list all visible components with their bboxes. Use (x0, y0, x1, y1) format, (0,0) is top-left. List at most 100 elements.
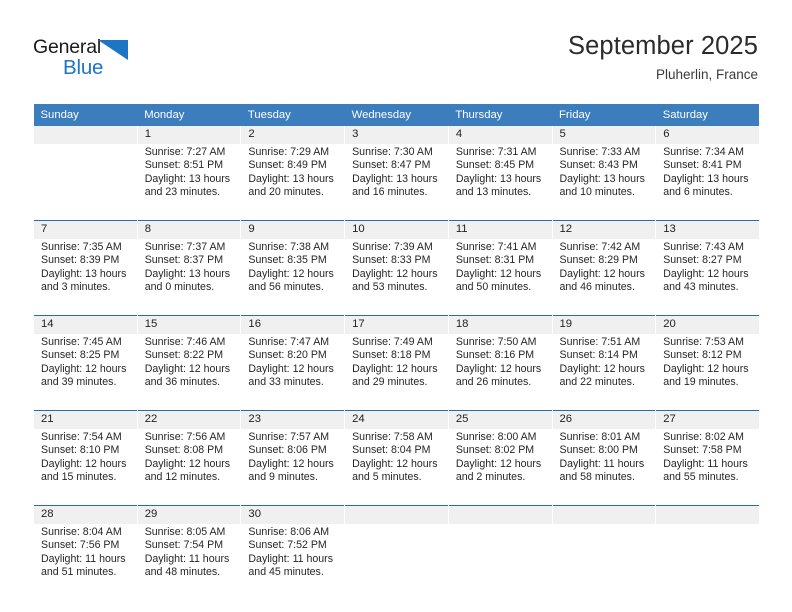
day-number[interactable]: 18 (447, 315, 553, 334)
daylight-text: Daylight: 12 hours and 53 minutes. (352, 267, 438, 293)
day-number[interactable]: 12 (551, 220, 657, 239)
day-cell[interactable]: Sunrise: 7:41 AM Sunset: 8:31 PM Daylight:… (447, 239, 553, 316)
day-cell[interactable]: Sunrise: 7:49 AM Sunset: 8:18 PM Daylight:… (344, 334, 449, 411)
day-number[interactable]: 29 (136, 505, 242, 524)
day-cell[interactable]: Sunrise: 7:43 AM Sunset: 8:27 PM Daylight:… (655, 239, 760, 316)
weekday-header-monday: Monday (137, 104, 241, 126)
day-number[interactable]: 10 (344, 220, 449, 239)
sunrise-text: Sunrise: 7:29 AM (248, 146, 330, 158)
day-cell[interactable]: Sunrise: 7:54 AM Sunset: 8:10 PM Daylight:… (33, 429, 138, 506)
sunrise-text: Sunrise: 7:42 AM (559, 241, 641, 253)
title-block: September 2025 Pluherlin, France (568, 32, 758, 83)
day-number[interactable]: 23 (240, 410, 346, 429)
day-number[interactable]: 14 (33, 315, 138, 334)
week-detail-row: Sunrise: 7:45 AM Sunset: 8:25 PM Daylight:… (33, 334, 760, 411)
day-number[interactable]: 19 (551, 315, 657, 334)
day-cell[interactable]: Sunrise: 8:04 AM Sunset: 7:56 PM Daylight:… (33, 524, 138, 600)
day-number[interactable]: 16 (240, 315, 346, 334)
day-number-empty (344, 505, 449, 524)
weekday-header-wednesday: Wednesday (344, 104, 449, 126)
day-number[interactable]: 25 (447, 410, 553, 429)
sunset-text: Sunset: 8:06 PM (248, 444, 327, 457)
daylight-text: Daylight: 12 hours and 9 minutes. (248, 457, 334, 483)
day-cell[interactable]: Sunrise: 8:06 AM Sunset: 7:52 PM Daylight:… (240, 524, 346, 600)
week-number-row: 7 8 9 10 11 12 13 (33, 220, 760, 239)
day-cell[interactable]: Sunrise: 7:29 AM Sunset: 8:49 PM Daylight:… (240, 144, 346, 221)
day-number[interactable]: 27 (655, 410, 760, 429)
sunrise-text: Sunrise: 7:50 AM (455, 336, 537, 348)
day-number[interactable]: 4 (447, 126, 553, 144)
day-cell[interactable]: Sunrise: 7:53 AM Sunset: 8:12 PM Daylight:… (655, 334, 760, 411)
day-cell[interactable]: Sunrise: 7:38 AM Sunset: 8:35 PM Daylight:… (240, 239, 346, 316)
day-number[interactable]: 15 (136, 315, 242, 334)
sunset-text: Sunset: 8:10 PM (41, 444, 120, 457)
day-number[interactable]: 28 (33, 505, 138, 524)
calendar-page: General Blue September 2025 Pluherlin, F… (0, 0, 792, 612)
day-cell[interactable]: Sunrise: 7:58 AM Sunset: 8:04 PM Daylight:… (344, 429, 449, 506)
day-cell[interactable]: Sunrise: 7:27 AM Sunset: 8:51 PM Daylight:… (136, 144, 242, 221)
day-cell[interactable]: Sunrise: 8:01 AM Sunset: 8:00 PM Daylight:… (551, 429, 657, 506)
day-cell[interactable]: Sunrise: 7:47 AM Sunset: 8:20 PM Daylight:… (240, 334, 346, 411)
sunset-text: Sunset: 8:08 PM (144, 444, 224, 457)
day-number[interactable]: 20 (655, 315, 760, 334)
day-number[interactable]: 24 (344, 410, 449, 429)
day-number[interactable]: 21 (33, 410, 138, 429)
day-cell[interactable]: Sunrise: 8:02 AM Sunset: 7:58 PM Daylight:… (655, 429, 760, 506)
sunrise-text: Sunrise: 7:53 AM (663, 336, 744, 348)
week-detail-row: Sunrise: 7:35 AM Sunset: 8:39 PM Daylight:… (33, 239, 760, 316)
sunrise-text: Sunrise: 7:41 AM (455, 241, 537, 253)
day-cell[interactable]: Sunrise: 7:34 AM Sunset: 8:41 PM Daylight:… (655, 144, 760, 221)
day-number[interactable]: 30 (240, 505, 346, 524)
day-number[interactable]: 17 (344, 315, 449, 334)
general-blue-logo: General Blue (33, 36, 163, 84)
day-cell[interactable]: Sunrise: 8:05 AM Sunset: 7:54 PM Daylight:… (136, 524, 242, 600)
day-cell[interactable]: Sunrise: 7:42 AM Sunset: 8:29 PM Daylight:… (551, 239, 657, 316)
day-cell[interactable]: Sunrise: 7:51 AM Sunset: 8:14 PM Daylight:… (551, 334, 657, 411)
day-cell[interactable]: Sunrise: 7:56 AM Sunset: 8:08 PM Daylight:… (136, 429, 242, 506)
weekday-header-thursday: Thursday (448, 104, 553, 126)
day-cell[interactable]: Sunrise: 7:57 AM Sunset: 8:06 PM Daylight:… (240, 429, 346, 506)
day-number[interactable]: 22 (136, 410, 242, 429)
day-cell[interactable]: Sunrise: 7:45 AM Sunset: 8:25 PM Daylight:… (33, 334, 138, 411)
sunset-text: Sunset: 8:27 PM (663, 254, 742, 267)
sunset-text: Sunset: 8:45 PM (455, 159, 535, 172)
day-number[interactable]: 3 (344, 126, 449, 144)
daylight-text: Daylight: 13 hours and 0 minutes. (144, 267, 231, 293)
daylight-text: Daylight: 11 hours and 58 minutes. (559, 457, 645, 483)
sunset-text: Sunset: 7:58 PM (663, 444, 742, 457)
day-number[interactable]: 8 (136, 220, 242, 239)
sunset-text: Sunset: 8:00 PM (559, 444, 638, 457)
sunrise-text: Sunrise: 7:58 AM (352, 431, 433, 443)
daylight-text: Daylight: 12 hours and 39 minutes. (41, 362, 127, 388)
day-number[interactable]: 6 (655, 126, 760, 144)
day-cell[interactable]: Sunrise: 7:50 AM Sunset: 8:16 PM Daylight:… (447, 334, 553, 411)
day-number[interactable]: 7 (33, 220, 138, 239)
daylight-text: Daylight: 12 hours and 19 minutes. (663, 362, 749, 388)
day-cell[interactable]: Sunrise: 7:33 AM Sunset: 8:43 PM Daylight:… (551, 144, 657, 221)
day-number[interactable]: 2 (240, 126, 346, 144)
day-cell[interactable]: Sunrise: 7:37 AM Sunset: 8:37 PM Daylight:… (136, 239, 242, 316)
sunrise-text: Sunrise: 7:46 AM (144, 336, 226, 348)
weekday-header-sunday: Sunday (33, 104, 138, 126)
day-cell[interactable]: Sunrise: 7:30 AM Sunset: 8:47 PM Daylight:… (344, 144, 449, 221)
day-number[interactable]: 1 (136, 126, 242, 144)
day-number[interactable]: 5 (551, 126, 657, 144)
day-cell[interactable]: Sunrise: 7:39 AM Sunset: 8:33 PM Daylight:… (344, 239, 449, 316)
sunrise-text: Sunrise: 7:43 AM (663, 241, 744, 253)
sunset-text: Sunset: 8:51 PM (144, 159, 224, 172)
sunset-text: Sunset: 8:04 PM (352, 444, 431, 457)
day-number[interactable]: 9 (240, 220, 346, 239)
day-cell[interactable]: Sunrise: 7:31 AM Sunset: 8:45 PM Daylight:… (447, 144, 553, 221)
day-number[interactable]: 26 (551, 410, 657, 429)
daylight-text: Daylight: 13 hours and 16 minutes. (352, 172, 438, 198)
day-cell[interactable]: Sunrise: 7:35 AM Sunset: 8:39 PM Daylight:… (33, 239, 138, 316)
day-cell[interactable]: Sunrise: 8:00 AM Sunset: 8:02 PM Daylight:… (447, 429, 553, 506)
sunset-text: Sunset: 8:02 PM (455, 444, 535, 457)
day-cell[interactable]: Sunrise: 7:46 AM Sunset: 8:22 PM Daylight:… (136, 334, 242, 411)
day-number[interactable]: 11 (447, 220, 553, 239)
day-number-empty (551, 505, 657, 524)
day-number[interactable]: 13 (655, 220, 760, 239)
sunrise-text: Sunrise: 7:57 AM (248, 431, 330, 443)
weekday-header-friday: Friday (552, 104, 656, 126)
week-number-row: 123456 (33, 126, 760, 144)
